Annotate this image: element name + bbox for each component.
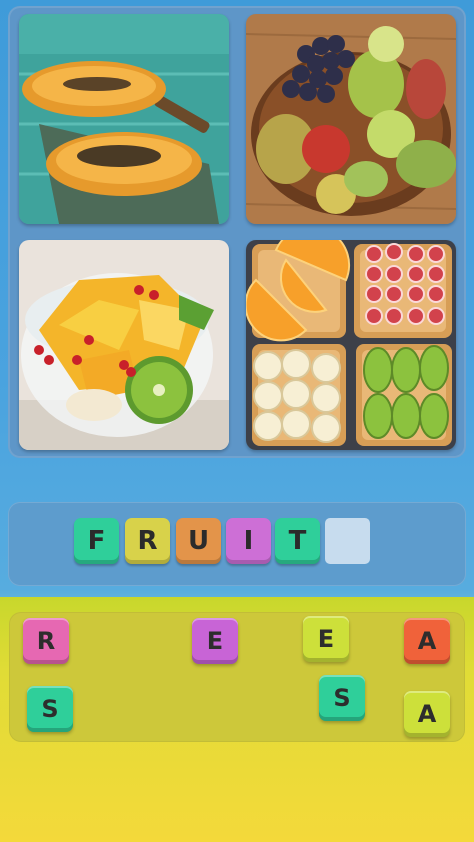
- fruit-bowl-photo-icon: [246, 14, 456, 224]
- letter-key[interactable]: E: [303, 616, 349, 662]
- letter-key[interactable]: E: [192, 618, 238, 664]
- letter-key[interactable]: S: [319, 675, 365, 721]
- fruit-salad-photo-icon: [19, 240, 229, 450]
- letter-key[interactable]: A: [404, 618, 450, 664]
- letter-key[interactable]: R: [23, 618, 69, 664]
- answer-slot[interactable]: U: [176, 518, 221, 564]
- papaya-photo-icon: [19, 14, 229, 224]
- letter-key[interactable]: A: [404, 691, 450, 737]
- answer-slot[interactable]: F: [74, 518, 119, 564]
- answer-slot[interactable]: T: [275, 518, 320, 564]
- answer-slot-empty[interactable]: [325, 518, 370, 564]
- letter-key[interactable]: S: [27, 686, 73, 732]
- answer-slot[interactable]: R: [125, 518, 170, 564]
- answer-slot[interactable]: I: [226, 518, 271, 564]
- fruit-toast-photo-icon: [246, 240, 456, 450]
